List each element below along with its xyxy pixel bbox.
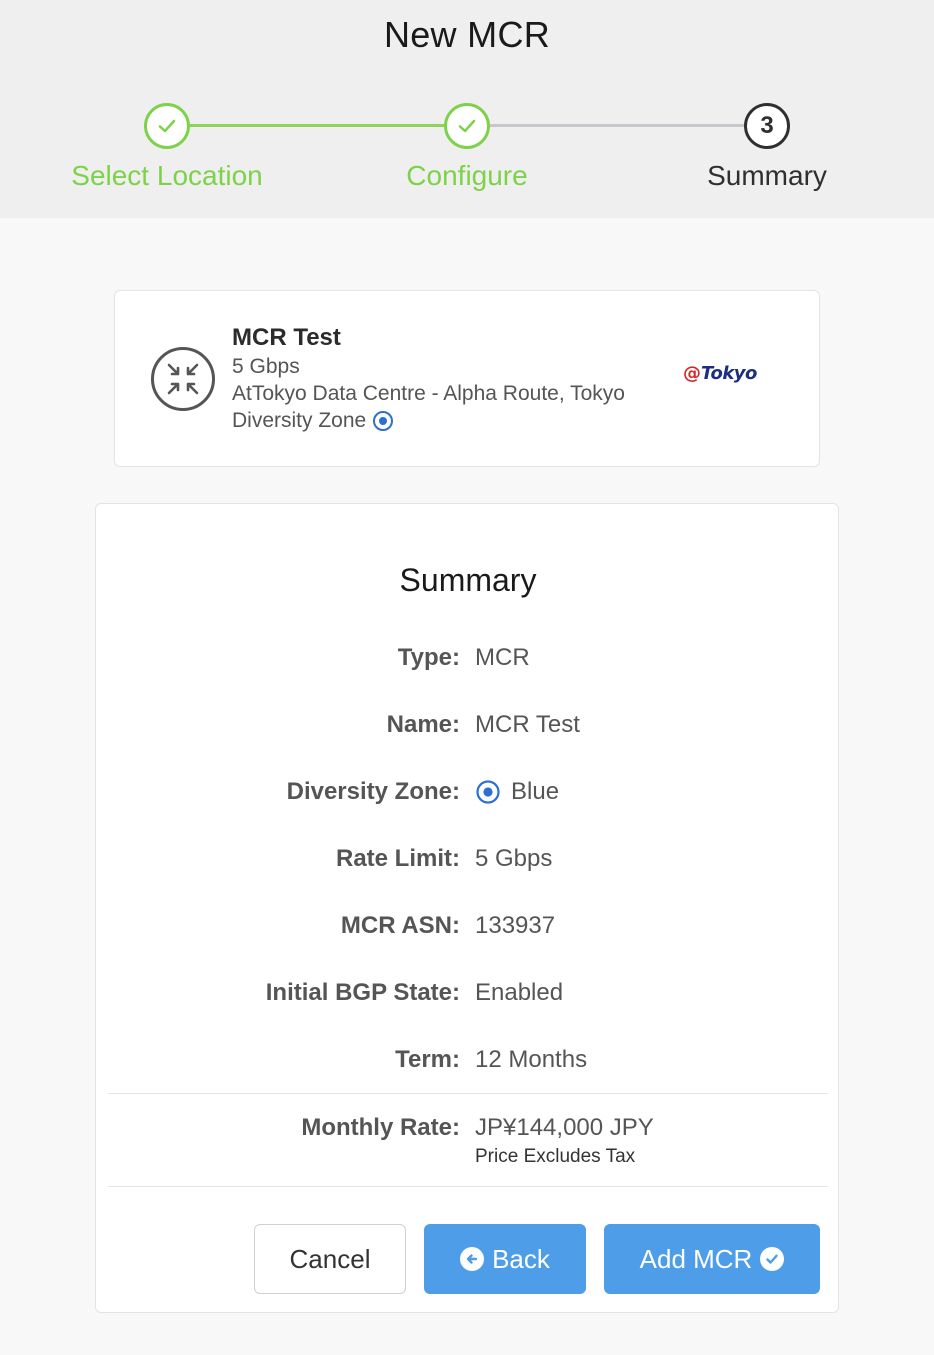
divider-bottom xyxy=(108,1186,828,1187)
mcr-speed: 5 Gbps xyxy=(232,355,300,378)
step-connector-done xyxy=(189,124,445,127)
summary-row-term: Term: 12 Months xyxy=(96,1046,840,1086)
row-label: MCR ASN: xyxy=(340,912,460,939)
row-label: Monthly Rate: xyxy=(301,1114,460,1141)
row-label: Term: xyxy=(395,1046,460,1073)
row-value: Blue xyxy=(475,778,559,806)
row-value: Enabled xyxy=(475,979,563,1007)
step-connector-pending xyxy=(489,124,745,127)
monthly-rate-value: JP¥144,000 JPY xyxy=(475,1114,654,1141)
row-value: 133937 xyxy=(475,912,555,940)
logo-text: Tokyo xyxy=(701,363,757,384)
mcr-diversity-zone: Diversity Zone xyxy=(232,407,625,434)
bgp-state-value: Enabled xyxy=(475,979,564,1006)
back-button-label: Back xyxy=(492,1243,550,1274)
mcr-arrows-icon xyxy=(151,347,215,411)
cancel-button[interactable]: Cancel xyxy=(254,1224,406,1294)
mcr-name: MCR Test xyxy=(232,324,341,351)
row-label: Type: xyxy=(397,644,460,671)
divider-top xyxy=(108,1093,828,1094)
summary-row-bgp-state: Initial BGP State: Enabled xyxy=(96,979,840,1019)
arrow-left-circle-icon xyxy=(460,1247,485,1271)
row-value: MCR Test xyxy=(475,711,580,739)
step-2-check-icon xyxy=(444,103,490,149)
step-3-number: 3 xyxy=(760,112,774,139)
diversity-zone-value: Blue xyxy=(511,778,560,805)
page-title: New MCR xyxy=(383,14,551,55)
attokyo-logo: @Tokyo xyxy=(683,363,757,384)
rate-limit-value: 5 Gbps xyxy=(475,845,553,872)
name-value: MCR Test xyxy=(475,711,580,738)
step-label-summary: Summary xyxy=(707,160,827,191)
step-label-configure[interactable]: Configure xyxy=(337,160,597,192)
summary-row-name: Name: MCR Test xyxy=(96,711,840,751)
add-mcr-button-label: Add MCR xyxy=(639,1243,753,1274)
row-value: 5 Gbps xyxy=(475,845,552,873)
mcr-asn-value: 133937 xyxy=(475,912,556,939)
row-value: MCR xyxy=(475,644,530,672)
price-note: Price Excludes Tax xyxy=(475,1146,636,1167)
summary-card: Summary Type: MCR Name: MCR Test Diversi… xyxy=(95,503,839,1313)
blue-zone-icon xyxy=(373,410,394,431)
back-button[interactable]: Back xyxy=(424,1224,586,1294)
row-label: Initial BGP State: xyxy=(265,979,460,1006)
step-1-check-icon xyxy=(144,103,190,149)
diversity-zone-label: Diversity Zone xyxy=(232,409,367,432)
logo-at: @ xyxy=(683,363,701,384)
mcr-info: MCR Test 5 Gbps AtTokyo Data Centre - Al… xyxy=(232,323,625,434)
row-value: 12 Months xyxy=(475,1046,587,1074)
row-value: JP¥144,000 JPY xyxy=(475,1114,654,1142)
cancel-button-label: Cancel xyxy=(289,1243,371,1274)
blue-zone-icon xyxy=(476,780,500,804)
add-mcr-button[interactable]: Add MCR xyxy=(604,1224,820,1294)
summary-row-diversity-zone: Diversity Zone: Blue xyxy=(96,778,840,818)
mcr-location: AtTokyo Data Centre - Alpha Route, Tokyo xyxy=(232,382,625,405)
type-value: MCR xyxy=(475,644,530,671)
row-label: Name: xyxy=(386,711,460,738)
summary-title: Summary xyxy=(399,562,537,598)
wizard-header: New MCR 3 Select Location Configure Summ… xyxy=(0,0,934,218)
row-label: Diversity Zone: xyxy=(286,778,460,805)
step-label-select-location[interactable]: Select Location xyxy=(37,160,297,192)
check-circle-icon xyxy=(760,1247,785,1271)
term-value: 12 Months xyxy=(475,1046,588,1073)
step-3-circle: 3 xyxy=(744,103,790,149)
summary-row-monthly-rate: Monthly Rate: JP¥144,000 JPY xyxy=(96,1114,840,1154)
summary-row-rate-limit: Rate Limit: 5 Gbps xyxy=(96,845,840,885)
mcr-card: MCR Test 5 Gbps AtTokyo Data Centre - Al… xyxy=(114,290,820,467)
row-label: Rate Limit: xyxy=(335,845,460,872)
summary-row-mcr-asn: MCR ASN: 133937 xyxy=(96,912,840,952)
summary-row-type: Type: MCR xyxy=(96,644,840,684)
